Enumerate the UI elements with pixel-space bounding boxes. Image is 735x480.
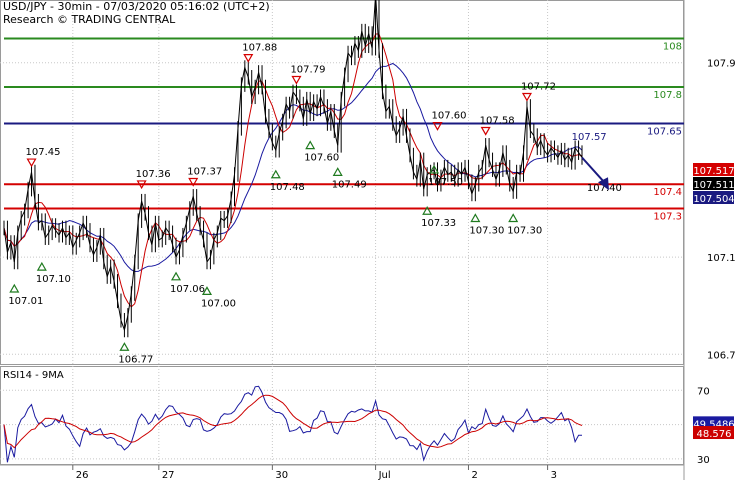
rsi-tick-label: 70 (697, 386, 710, 397)
level-label: 107.65 (647, 126, 682, 137)
x-tick-label: 2 (471, 470, 477, 480)
swing-low-label: 107.01 (8, 296, 43, 307)
swing-high-label: 107.60 (432, 111, 467, 122)
swing-low-marker (36, 261, 47, 271)
swing-low-marker (332, 167, 343, 176)
swing-low-label: 107.60 (304, 153, 339, 164)
price-tick-label: 107.9 (707, 59, 735, 70)
swing-high-marker (480, 126, 491, 136)
rsi-tag-text: 48.576 (697, 429, 732, 440)
chart-root: 108 107.8 107.65 107.4 107.3 107.45 107.01 107… (0, 0, 735, 480)
swing-low-marker (305, 140, 316, 150)
price-tag-text: 107.504 (693, 194, 734, 205)
swing-low-marker (270, 169, 281, 179)
swing-high-label: 107.72 (521, 81, 556, 92)
x-tick-label: 3 (551, 470, 557, 480)
swing-high-marker (521, 92, 532, 102)
swing-low-label: 107.30 (507, 226, 542, 237)
price-tag-text: 107.511 (693, 180, 734, 191)
swing-high-label: 107.58 (480, 115, 515, 126)
swing-low-label: 107.06 (170, 284, 205, 295)
level-label: 107.8 (653, 90, 682, 101)
level-label: 107.4 (653, 187, 682, 198)
price-tick-label: 106.7 (707, 350, 735, 361)
price-tick-label: 107.1 (707, 253, 735, 264)
tag-layer: 107.517107.511107.50449.548648.576 (693, 163, 735, 440)
swing-low-marker (170, 271, 182, 281)
swing-low-marker (508, 213, 519, 223)
swing-high-label: 107.37 (187, 167, 222, 178)
rsi-panel-frame (0, 366, 684, 465)
chart-canvas: 108107.8107.65107.4107.3 107.45107.01107… (0, 0, 735, 480)
level-label: 108 (663, 41, 682, 52)
level-label: 107.3 (653, 212, 682, 223)
swing-low-label: 106.77 (118, 354, 153, 365)
pivot-value-label: 107.57 (572, 132, 607, 143)
swing-low-label: 107.33 (421, 218, 456, 229)
price-series (3, 0, 583, 332)
x-tick-label: 27 (162, 470, 175, 480)
swing-high-label: 107.45 (26, 147, 61, 158)
x-tick-label: Jul (378, 470, 391, 480)
chart-subtitle: Research © TRADING CENTRAL (3, 13, 176, 26)
swing-low-label: 107.30 (469, 226, 504, 237)
x-tick-label: 30 (275, 470, 288, 480)
swing-high-marker (291, 75, 302, 85)
swing-high-marker (243, 53, 254, 63)
swing-high-marker (26, 158, 37, 168)
swing-low-label: 107.48 (270, 182, 305, 193)
chart-title: USD/JPY - 30min - 07/03/2020 05:16:02 (U… (3, 0, 270, 13)
marker-layer: 107.45 107.01 107.10 106.77 107.36 107.06 107.… (8, 43, 622, 366)
swing-low-marker (119, 342, 130, 351)
swing-high-label: 107.36 (136, 169, 171, 180)
swing-low-label: 107.50 (428, 177, 463, 188)
price-layer (3, 0, 583, 338)
rsi-ma-series (3, 394, 583, 449)
swing-low-label: 107.49 (332, 179, 367, 190)
price-tag-text: 107.517 (693, 166, 734, 177)
swing-low-label: 107.00 (201, 298, 236, 309)
swing-high-label: 107.79 (290, 64, 325, 75)
x-tick-label: 26 (76, 470, 89, 480)
swing-low-label: 107.10 (36, 274, 71, 285)
swing-low-marker (470, 213, 481, 223)
rsi-tick-label: 30 (697, 455, 710, 466)
levels-layer: 108 107.8 107.65 107.4 107.3 (4, 37, 684, 223)
swing-high-label: 107.88 (242, 43, 277, 54)
rsi-title: RSI14 - 9MA (3, 370, 64, 381)
grid-layer (0, 0, 684, 465)
swing-low-marker (9, 283, 20, 293)
